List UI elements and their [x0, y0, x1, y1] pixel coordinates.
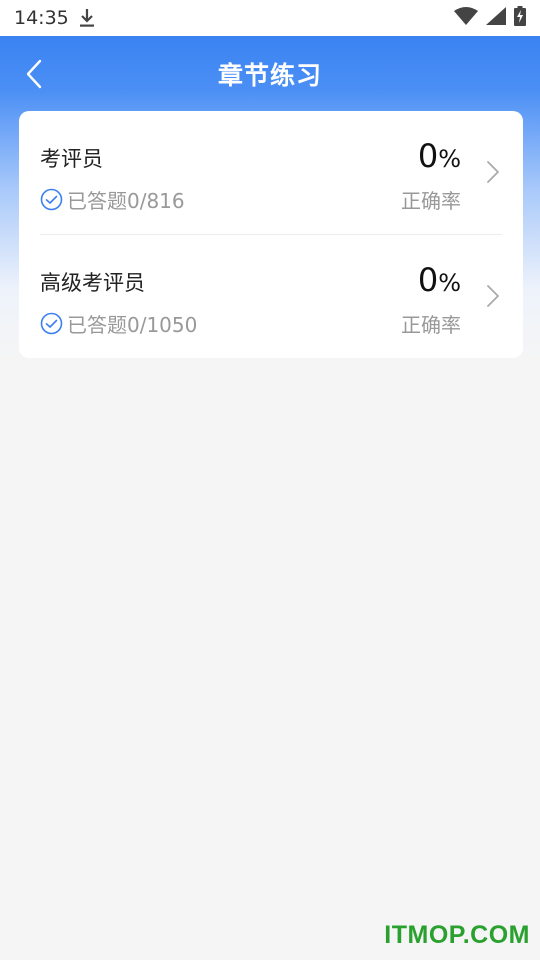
chapter-name: 考评员: [40, 147, 103, 171]
rate-value: 0: [417, 137, 439, 175]
page-title: 章节练习: [217, 61, 322, 90]
rate-value: 0: [417, 261, 439, 299]
check-circle-icon: [40, 312, 63, 335]
back-arrow-icon: [26, 59, 42, 89]
accuracy-rate: 0 %: [418, 261, 461, 299]
battery-icon: [514, 6, 526, 30]
check-circle-icon: [40, 188, 63, 211]
watermark: ITMOP.COM: [384, 921, 530, 949]
wifi-icon: [454, 7, 478, 29]
back-button[interactable]: [14, 54, 54, 94]
chapter-list-card: 考评员 已答题0/816 0 % 正确率 高级考评员 已答题0/1050 0 %: [19, 111, 523, 358]
status-icons: [454, 6, 526, 30]
chevron-right-icon: [485, 159, 501, 185]
accuracy-rate: 0 %: [418, 137, 461, 175]
chapter-item-1[interactable]: 考评员 已答题0/816 0 % 正确率: [19, 111, 523, 234]
rate-unit: %: [438, 269, 461, 297]
chevron-right-icon: [485, 283, 501, 309]
signal-icon: [486, 7, 506, 29]
nav-bar: 章节练习: [0, 36, 540, 112]
status-time: 14:35: [14, 7, 69, 29]
rate-label: 正确率: [401, 313, 461, 337]
chapter-item-2[interactable]: 高级考评员 已答题0/1050 0 % 正确率: [19, 235, 523, 358]
rate-label: 正确率: [401, 189, 461, 213]
chapter-progress: 已答题0/816: [40, 185, 185, 214]
download-icon: [79, 8, 95, 28]
chapter-name: 高级考评员: [40, 271, 145, 295]
status-bar: 14:35: [0, 0, 540, 36]
answered-count: 已答题0/1050: [67, 313, 198, 337]
rate-unit: %: [438, 145, 461, 173]
answered-count: 已答题0/816: [67, 189, 185, 213]
chapter-progress: 已答题0/1050: [40, 309, 197, 338]
